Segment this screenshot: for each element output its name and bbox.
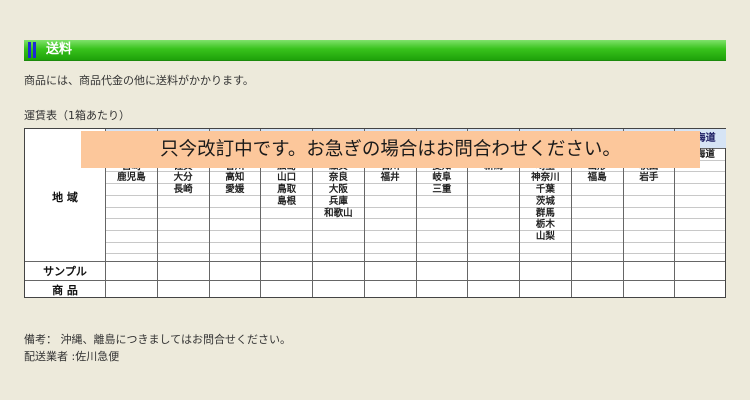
prefecture-cell: 兵庫 [328,195,348,207]
prefecture-cell: 愛媛 [225,184,245,196]
row-label-region: 地 域 [52,191,78,204]
section-header: 送料 [24,40,726,61]
prefecture-cell: 千葉 [535,184,555,196]
prefecture-cell: 福井 [380,172,400,184]
header-accent-bar [28,42,31,58]
prefecture-cell: 鳥取 [277,184,297,196]
note-carrier: 配送業者 :佐川急便 [24,350,120,363]
header-accent-bar [33,42,36,58]
prefecture-cell: 鹿児島 [117,172,146,184]
prefecture-cell: 神奈川 [531,172,560,184]
prefecture-cell: 岩手 [639,172,659,184]
table-caption: 運賃表（1箱あたり） [24,109,130,122]
prefecture-cell: 長崎 [173,184,193,196]
prefecture-cell: 群馬 [535,207,555,219]
prefecture-cell: 奈良 [328,172,348,184]
prefecture-cell: 大阪 [328,184,348,196]
prefecture-cell: 島根 [277,195,297,207]
prefecture-cell: 栃木 [535,219,555,231]
table-row-divider [25,261,725,262]
prefecture-cell: 山梨 [535,230,555,242]
row-label-product: 商 品 [52,284,78,297]
note-remarks: 備考： 沖縄、離島につきましてはお問合せください。 [24,333,291,346]
table-row-divider [25,280,725,281]
revision-notice: 只今改訂中です。お急ぎの場合はお問合わせください。 [81,131,700,168]
prefecture-cell: 三重 [432,184,452,196]
prefecture-cell: 岐阜 [432,172,452,184]
prefecture-cell: 福島 [587,172,607,184]
prefecture-cell: 茨城 [535,195,555,207]
prefecture-cell: 山口 [277,172,297,184]
section-title: 送料 [46,42,73,57]
intro-text: 商品には、商品代金の他に送料がかかります。 [24,74,254,87]
prefecture-cell: 和歌山 [324,207,353,219]
row-label-sample: サンプル [43,265,87,278]
prefecture-cell: 大分 [173,172,193,184]
prefecture-cell: 高知 [225,172,245,184]
